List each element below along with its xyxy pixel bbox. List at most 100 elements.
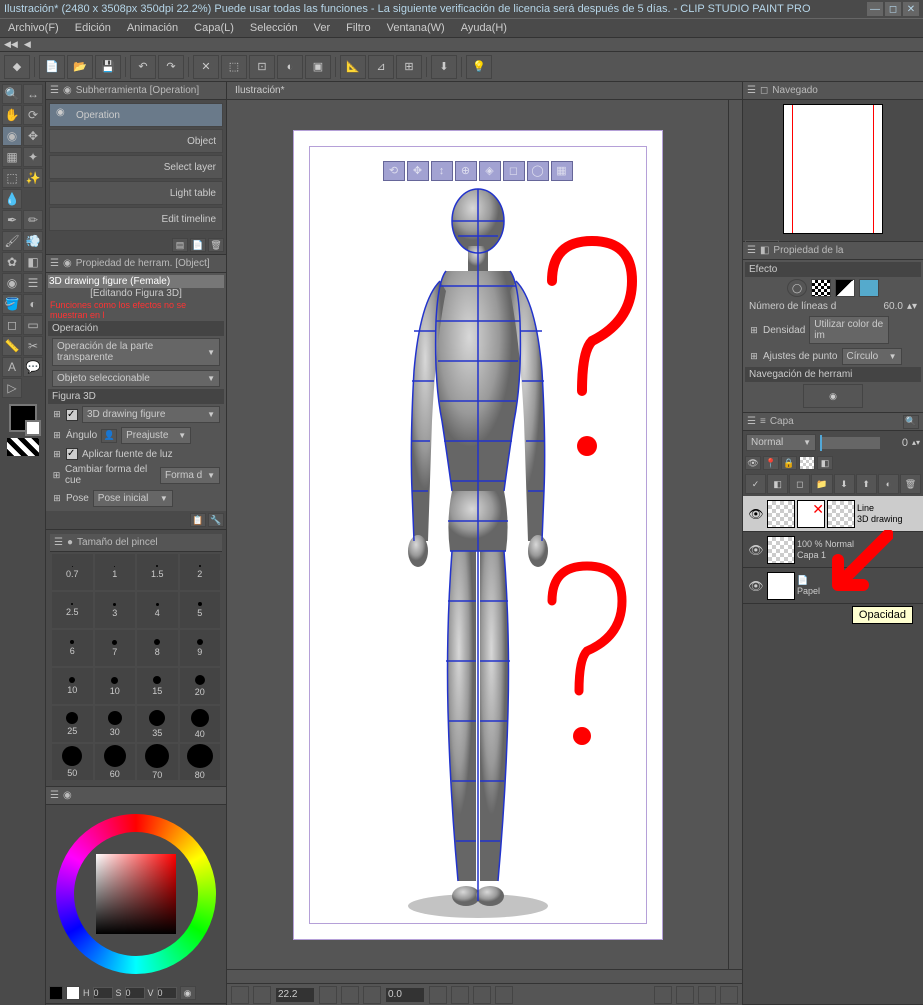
dd-parte-transparente[interactable]: Operación de la parte transparente▼ bbox=[52, 338, 220, 366]
layer-delete-icon[interactable]: 🗑 bbox=[900, 474, 921, 494]
brush-size-cell[interactable]: 15 bbox=[137, 668, 178, 704]
minimize-button[interactable]: — bbox=[867, 2, 883, 16]
layer-transfer-icon[interactable]: ⬇ bbox=[834, 474, 855, 494]
effect-border-icon[interactable]: ◯ bbox=[787, 279, 807, 297]
select-tool[interactable]: ▦ bbox=[2, 147, 22, 167]
navigator-preview[interactable] bbox=[783, 104, 883, 234]
layerprop-header[interactable]: ☰ ◧ Propiedad de la bbox=[743, 242, 923, 260]
layer-extra-thumbnail[interactable] bbox=[827, 500, 855, 528]
operation-tool[interactable]: ◉ bbox=[2, 126, 22, 146]
brush-size-cell[interactable]: 6 bbox=[52, 630, 93, 666]
brush-size-cell[interactable]: 3 bbox=[95, 592, 136, 628]
color-options-icon[interactable]: ◉ bbox=[180, 986, 196, 1000]
sb-flip-h-icon[interactable] bbox=[495, 986, 513, 1004]
navigator-header[interactable]: ☰ ◻ Navegado bbox=[743, 82, 923, 100]
layers-header[interactable]: ☰ ≡ Capa 🔍 bbox=[743, 413, 923, 431]
brush-panel-header[interactable]: ☰ ● Tamaño del pincel bbox=[50, 534, 222, 552]
brush-tool[interactable]: 🖌 bbox=[2, 231, 22, 251]
pencil-tool[interactable]: ✏ bbox=[23, 210, 43, 230]
correct-tool[interactable]: ▷ bbox=[2, 378, 22, 398]
deselect-icon[interactable]: ⊡ bbox=[249, 55, 275, 79]
cut-tool[interactable]: ✂ bbox=[23, 336, 43, 356]
canvas-tab[interactable]: Ilustración* bbox=[235, 85, 284, 96]
color-panel-header[interactable]: ☰◉ bbox=[46, 787, 226, 805]
manip-object-move-icon[interactable]: ◈ bbox=[479, 161, 501, 181]
sb-view-icon[interactable] bbox=[253, 986, 271, 1004]
menu-filtro[interactable]: Filtro bbox=[346, 22, 370, 34]
canvas-viewport[interactable]: ⟲ ✥ ↕ ⊕ ◈ ◻ ◯ ▦ bbox=[227, 100, 728, 969]
subtool-menu-icon[interactable]: ▤ bbox=[172, 238, 188, 252]
hsv-s-input[interactable] bbox=[125, 987, 145, 999]
blend-tool[interactable]: ◉ bbox=[2, 273, 22, 293]
save-icon[interactable]: 💾 bbox=[95, 55, 121, 79]
brush-size-cell[interactable]: 5 bbox=[180, 592, 221, 628]
brush-size-cell[interactable]: 2 bbox=[180, 554, 221, 590]
lock-clip-icon[interactable]: 👁 bbox=[745, 456, 761, 470]
sb-nav-prev-icon[interactable] bbox=[231, 986, 249, 1004]
redo-icon[interactable]: ↷ bbox=[158, 55, 184, 79]
expand-icon[interactable]: ⊞ bbox=[749, 325, 759, 336]
brush-size-cell[interactable]: 10 bbox=[52, 668, 93, 704]
sb-zoom-fit-icon[interactable] bbox=[319, 986, 337, 1004]
brush-size-cell[interactable]: 50 bbox=[52, 744, 93, 780]
brush-size-cell[interactable]: 2.5 bbox=[52, 592, 93, 628]
expand-icon[interactable]: ⊞ bbox=[52, 409, 62, 420]
brush-size-cell[interactable]: 35 bbox=[137, 706, 178, 742]
dd-forma[interactable]: Forma d▼ bbox=[160, 467, 220, 484]
effect-layercolor-icon[interactable] bbox=[835, 279, 855, 297]
zoom-tool[interactable]: 🔍 bbox=[2, 84, 22, 104]
menu-seleccion[interactable]: Selección bbox=[250, 22, 298, 34]
brush-size-cell[interactable]: 8 bbox=[137, 630, 178, 666]
luz-checkbox[interactable] bbox=[66, 448, 78, 460]
decoration-tool[interactable]: ✿ bbox=[2, 252, 22, 272]
snap-ruler-icon[interactable]: 📐 bbox=[340, 55, 366, 79]
maximize-button[interactable]: ◻ bbox=[885, 2, 901, 16]
pen-tool[interactable]: ✒ bbox=[2, 210, 22, 230]
sb-rotate-right-icon[interactable] bbox=[473, 986, 491, 1004]
layer-visibility-icon[interactable]: 👁 bbox=[745, 502, 767, 526]
layer-folder-icon[interactable]: 📁 bbox=[811, 474, 832, 494]
lock-ref-icon[interactable]: 📍 bbox=[763, 456, 779, 470]
border-select-icon[interactable]: ▣ bbox=[305, 55, 331, 79]
canvas-scrollbar-v[interactable] bbox=[728, 100, 742, 969]
layer-move-tool[interactable]: ✥ bbox=[23, 126, 43, 146]
close-button[interactable]: ✕ bbox=[903, 2, 919, 16]
sb-playhead-icon[interactable] bbox=[654, 986, 672, 1004]
manip-cube-icon[interactable]: ◻ bbox=[503, 161, 525, 181]
asset-icon[interactable]: ⬇ bbox=[431, 55, 457, 79]
undo-icon[interactable]: ↶ bbox=[130, 55, 156, 79]
menu-ver[interactable]: Ver bbox=[314, 22, 331, 34]
balloon-tool[interactable]: 💬 bbox=[23, 357, 43, 377]
layer-thumbnail[interactable] bbox=[767, 536, 795, 564]
brush-size-cell[interactable]: 1.5 bbox=[137, 554, 178, 590]
blend-mode-dropdown[interactable]: Normal▼ bbox=[746, 434, 816, 451]
figure-tool[interactable]: ◻ bbox=[2, 315, 22, 335]
drag-tool[interactable]: ☰ bbox=[23, 273, 43, 293]
layer-visibility-icon[interactable]: 👁 bbox=[745, 574, 767, 598]
brush-size-cell[interactable]: 9 bbox=[180, 630, 221, 666]
expand-icon[interactable]: ⊞ bbox=[749, 351, 759, 362]
brush-size-cell[interactable]: 30 bbox=[95, 706, 136, 742]
hsv-v-input[interactable] bbox=[157, 987, 177, 999]
rotate-tool[interactable]: ⟳ bbox=[23, 105, 43, 125]
brush-size-cell[interactable]: 1 bbox=[95, 554, 136, 590]
menu-animacion[interactable]: Animación bbox=[127, 22, 178, 34]
expand-icon[interactable]: ⊞ bbox=[52, 470, 61, 481]
layer-check-icon[interactable]: ✓ bbox=[745, 474, 766, 494]
subtool-object[interactable]: Object bbox=[49, 129, 223, 153]
background-color[interactable] bbox=[25, 420, 41, 436]
lock-draft-icon[interactable]: 🔒 bbox=[781, 456, 797, 470]
dd-figure[interactable]: 3D drawing figure▼ bbox=[82, 406, 220, 423]
layer-mask-new-icon[interactable]: ◐ bbox=[878, 474, 899, 494]
sb-rotate-left-icon[interactable] bbox=[451, 986, 469, 1004]
frame-tool[interactable]: ▭ bbox=[23, 315, 43, 335]
sb-zoom-out-icon[interactable] bbox=[341, 986, 359, 1004]
brush-size-cell[interactable]: 80 bbox=[180, 744, 221, 780]
color-chip2[interactable] bbox=[66, 986, 80, 1000]
dd-densidad[interactable]: Utilizar color de im bbox=[809, 316, 889, 344]
brush-size-cell[interactable]: 25 bbox=[52, 706, 93, 742]
color-wheel[interactable] bbox=[51, 809, 221, 979]
brush-size-cell[interactable]: 7 bbox=[95, 630, 136, 666]
layer-merge-icon[interactable]: ⬆ bbox=[856, 474, 877, 494]
subtool-delete-icon[interactable]: 🗑 bbox=[208, 238, 224, 252]
